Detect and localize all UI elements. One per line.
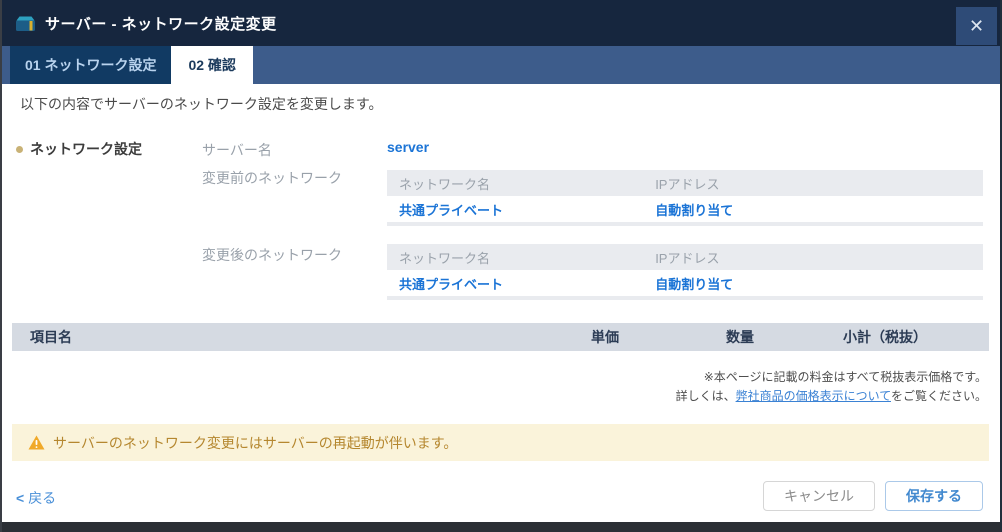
restart-warning-text: サーバーのネットワーク変更にはサーバーの再起動が伴います。 xyxy=(53,434,458,451)
label-network-after: 変更後のネットワーク xyxy=(202,247,342,263)
cancel-button[interactable]: キャンセル xyxy=(763,481,875,511)
tab-network-settings[interactable]: 01 ネットワーク設定 xyxy=(10,46,172,84)
back-link[interactable]: < 戻る xyxy=(16,488,56,508)
network-table-before-header: ネットワーク名 IPアドレス xyxy=(387,170,983,196)
close-icon: ✕ xyxy=(968,15,985,36)
col-subtotal: 小計（税抜） xyxy=(843,329,927,345)
col-network-name: ネットワーク名 xyxy=(399,176,491,192)
network-table-before: ネットワーク名 IPアドレス 共通プライベート 自動割り当て xyxy=(387,170,983,226)
price-display-link[interactable]: 弊社商品の価格表示について xyxy=(736,389,891,403)
back-label: 戻る xyxy=(28,490,57,506)
save-button[interactable]: 保存する xyxy=(885,481,983,511)
price-note-line2: 詳しくは、弊社商品の価格表示についてをご覧ください。 xyxy=(676,387,987,406)
wizard-tabbar: 01 ネットワーク設定 02 確認 xyxy=(2,46,1000,84)
intro-text: 以下の内容でサーバーのネットワーク設定を変更します。 xyxy=(20,96,383,112)
warning-icon xyxy=(28,435,45,450)
tab-confirm[interactable]: 02 確認 xyxy=(171,46,253,84)
label-server-name: サーバー名 xyxy=(202,142,272,158)
price-note-suffix: をご覧ください。 xyxy=(890,389,987,403)
price-note-prefix: 詳しくは、 xyxy=(675,389,736,403)
col-unit-price: 単価 xyxy=(591,329,619,345)
network-table-after: ネットワーク名 IPアドレス 共通プライベート 自動割り当て xyxy=(387,244,983,300)
tab-network-settings-label: 01 ネットワーク設定 xyxy=(25,57,157,73)
close-button[interactable]: ✕ xyxy=(956,7,997,45)
col-ip-address: IPアドレス xyxy=(655,176,720,192)
server-icon xyxy=(14,15,37,32)
section-title: ネットワーク設定 xyxy=(30,141,142,157)
col-ip-address: IPアドレス xyxy=(655,250,720,266)
price-notes: ※本ページに記載の料金はすべて税抜表示価格です。 詳しくは、弊社商品の価格表示に… xyxy=(676,368,987,406)
footer-buttons: キャンセル 保存する xyxy=(763,481,983,511)
bottom-bar xyxy=(2,522,1000,532)
restart-warning-banner: サーバーのネットワーク変更にはサーバーの再起動が伴います。 xyxy=(12,424,989,461)
section-bullet-icon xyxy=(16,146,23,153)
dialog-header: サーバー - ネットワーク設定変更 ✕ xyxy=(2,0,1000,46)
tab-confirm-label: 02 確認 xyxy=(188,57,236,73)
label-network-before: 変更前のネットワーク xyxy=(202,170,342,186)
ip-address-value: 自動割り当て xyxy=(655,202,734,218)
pricing-table-header: 項目名 単価 数量 小計（税抜） xyxy=(12,323,989,351)
col-quantity: 数量 xyxy=(726,329,754,345)
network-table-after-header: ネットワーク名 IPアドレス xyxy=(387,244,983,270)
col-item-name: 項目名 xyxy=(30,329,72,345)
table-row: 共通プライベート 自動割り当て xyxy=(387,196,983,222)
chevron-left-icon: < xyxy=(16,490,25,506)
price-note-line1: ※本ページに記載の料金はすべて税抜表示価格です。 xyxy=(703,370,987,384)
table-row: 共通プライベート 自動割り当て xyxy=(387,270,983,296)
network-change-dialog: サーバー - ネットワーク設定変更 ✕ 01 ネットワーク設定 02 確認 以下… xyxy=(0,0,1002,532)
ip-address-value: 自動割り当て xyxy=(655,276,734,292)
server-name-value: server xyxy=(387,139,430,155)
col-network-name: ネットワーク名 xyxy=(399,250,491,266)
network-name-value: 共通プライベート xyxy=(399,276,504,292)
dialog-title: サーバー - ネットワーク設定変更 xyxy=(45,15,277,33)
network-name-value: 共通プライベート xyxy=(399,202,504,218)
section-network-settings: ネットワーク設定 xyxy=(16,139,142,159)
